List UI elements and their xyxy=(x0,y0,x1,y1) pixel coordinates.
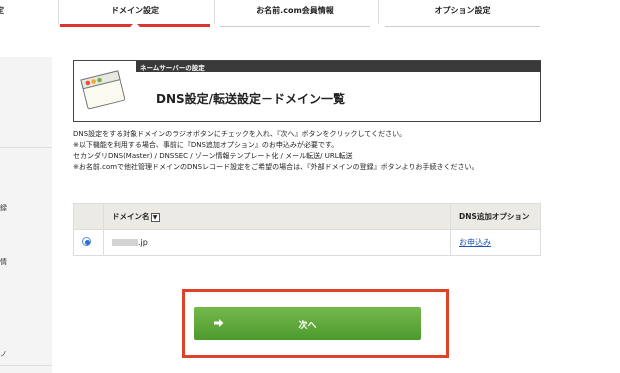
table-header-row: ドメイン名 ▼ DNS追加オプション xyxy=(73,203,541,230)
sidebar-item-3[interactable]: ノ xyxy=(0,349,7,359)
next-button[interactable]: 次へ xyxy=(194,307,421,340)
column-header-dns-option: DNS追加オプション xyxy=(450,203,541,230)
instruction-line: DNS設定をする対象ドメインのラジオボタンにチェックを入れ、『次へ』ボタンをクリ… xyxy=(73,130,407,138)
sort-down-icon[interactable]: ▼ xyxy=(150,212,160,222)
domain-radio[interactable] xyxy=(82,237,91,246)
sidebar: 録 情 ノ xyxy=(0,57,52,373)
instruction-line: ※お名前.comで他社管理ドメインのDNSレコード設定をご希望の場合は、『外部ド… xyxy=(73,163,479,171)
nav-divider xyxy=(378,0,379,24)
instruction-line: ※以下機能を利用する場合、事前に『DNS追加オプション』のお申込みが必要です。 xyxy=(73,141,339,149)
active-tab-caret xyxy=(130,22,140,27)
domain-suffix: .jp xyxy=(138,238,148,247)
domain-cell: .jp xyxy=(103,229,451,256)
instructions: DNS設定をする対象ドメインのラジオボタンにチェックを入れ、『次へ』ボタンをクリ… xyxy=(73,129,543,173)
sidebar-divider xyxy=(0,147,52,148)
column-header-label: ドメイン名 xyxy=(112,212,150,221)
next-button-label: 次へ xyxy=(298,321,317,331)
section-header-label: ネームサーバーの設定 xyxy=(140,64,205,72)
section-header: ネームサーバーの設定 DNS設定/転送設定－ドメイン一覧 xyxy=(73,60,541,122)
sidebar-item-2[interactable]: 情 xyxy=(0,257,7,267)
table-row: .jp お申込み xyxy=(73,229,541,256)
nav-divider xyxy=(214,0,215,24)
radio-cell xyxy=(73,229,104,256)
column-header-domain[interactable]: ドメイン名 ▼ xyxy=(103,203,451,230)
instruction-line: セカンダリDNS(Master) / DNSSEC / ゾーン情報テンプレート化… xyxy=(73,152,353,160)
server-window-icon xyxy=(80,70,126,110)
tab-label: オプション設定 xyxy=(434,6,491,15)
top-nav: 定 ドメイン設定 お名前.com会員情報 オプション設定 xyxy=(0,0,620,27)
apply-option-link[interactable]: お申込み xyxy=(459,238,491,247)
section-header-bar: ネームサーバーの設定 xyxy=(136,61,541,72)
tab-option-settings[interactable]: オプション設定 xyxy=(385,0,540,27)
tab-label: ドメイン設定 xyxy=(111,6,159,15)
nav-divider xyxy=(58,0,59,24)
nav-tab-partial[interactable]: 定 xyxy=(0,0,12,27)
tab-member-info[interactable]: お名前.com会員情報 xyxy=(220,0,370,27)
sidebar-divider xyxy=(0,365,52,366)
tab-domain-settings[interactable]: ドメイン設定 xyxy=(60,0,210,27)
tab-label: お名前.com会員情報 xyxy=(256,6,334,15)
column-header-select xyxy=(73,203,104,230)
dns-option-cell: お申込み xyxy=(450,229,541,256)
redacted-domain-mask xyxy=(112,239,138,246)
page-title: DNS設定/転送設定－ドメイン一覧 xyxy=(156,92,346,106)
sidebar-item-1[interactable]: 録 xyxy=(0,203,7,213)
domain-table: ドメイン名 ▼ DNS追加オプション .jp お申込み xyxy=(73,203,541,256)
